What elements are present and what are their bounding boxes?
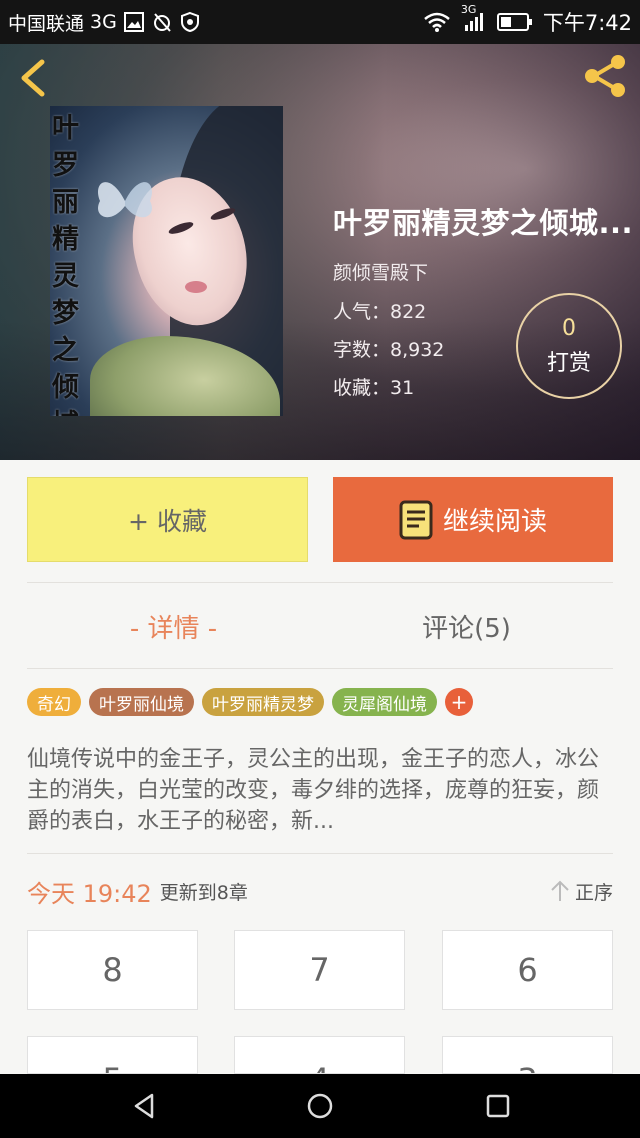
tab-details[interactable]: - 详情 - bbox=[27, 596, 320, 656]
update-text: 更新到8章 bbox=[159, 881, 248, 904]
chapter-item[interactable]: 5 bbox=[27, 1036, 198, 1074]
sort-label: 正序 bbox=[574, 881, 613, 904]
circle-home-icon bbox=[307, 1093, 333, 1119]
arrow-up-icon bbox=[551, 880, 569, 901]
back-nav-button[interactable] bbox=[130, 1092, 158, 1120]
synopsis[interactable]: 仙境传说中的金王子，灵公主的出现，金王子的恋人，冰公主的消失，白光莹的改变，毒夕… bbox=[27, 744, 613, 837]
alarm-off-icon bbox=[151, 11, 173, 33]
add-tag-button[interactable]: + bbox=[445, 688, 473, 716]
update-time: 今天 19:42 bbox=[27, 879, 152, 908]
navigation-bar bbox=[0, 1074, 640, 1138]
share-button[interactable] bbox=[580, 52, 630, 100]
tip-label: 打赏 bbox=[546, 350, 591, 376]
carrier-label: 中国联通 bbox=[8, 12, 85, 35]
butterfly-icon bbox=[98, 182, 152, 218]
tag-chip[interactable]: 叶罗丽仙境 bbox=[89, 688, 194, 716]
recents-nav-button[interactable] bbox=[484, 1092, 512, 1120]
tip-count: 0 bbox=[562, 315, 576, 341]
chapter-item[interactable]: 8 bbox=[27, 930, 198, 1010]
tag-chip[interactable]: 灵犀阁仙境 bbox=[332, 688, 437, 716]
update-row: 今天 19:42 更新到8章 正序 bbox=[27, 872, 613, 910]
tab-comments[interactable]: 评论(5) bbox=[320, 596, 613, 656]
book-title: 叶罗丽精灵梦之倾城... bbox=[333, 206, 634, 240]
wifi-icon bbox=[423, 11, 451, 33]
book-cover[interactable]: 叶罗丽精灵梦之倾城 bbox=[50, 106, 283, 416]
clock: 下午7:42 bbox=[542, 11, 632, 35]
divider bbox=[27, 853, 613, 854]
image-icon bbox=[123, 11, 145, 33]
cover-title: 叶罗丽精灵梦之倾城 bbox=[52, 113, 79, 416]
back-button[interactable] bbox=[14, 56, 54, 100]
signal-label: 3G bbox=[460, 3, 477, 16]
chapter-item[interactable]: 3 bbox=[442, 1036, 613, 1074]
divider bbox=[27, 582, 613, 583]
sort-button[interactable]: 正序 bbox=[549, 878, 613, 905]
book-icon bbox=[399, 500, 433, 539]
tag-chip[interactable]: 奇幻 bbox=[27, 688, 81, 716]
continue-reading-label: 继续阅读 bbox=[442, 507, 547, 537]
chevron-left-icon bbox=[21, 59, 45, 97]
book-author[interactable]: 颜倾雪殿下 bbox=[333, 258, 640, 285]
tag-list: 奇幻 叶罗丽仙境 叶罗丽精灵梦 灵犀阁仙境 + bbox=[27, 688, 473, 716]
divider bbox=[27, 668, 613, 669]
continue-reading-button[interactable]: 继续阅读 bbox=[333, 477, 613, 562]
share-icon bbox=[585, 55, 625, 97]
chapter-item[interactable]: 7 bbox=[234, 930, 405, 1010]
status-bar: 中国联通 3G 3G 下午7:42 bbox=[0, 0, 640, 44]
home-nav-button[interactable] bbox=[306, 1092, 334, 1120]
tag-chip[interactable]: 叶罗丽精灵梦 bbox=[202, 688, 324, 716]
collect-button[interactable]: + 收藏 bbox=[27, 477, 308, 562]
cell-signal-icon: 3G bbox=[461, 3, 487, 33]
tip-button[interactable]: 0 打赏 bbox=[516, 293, 622, 399]
network-type: 3G bbox=[90, 11, 117, 33]
shield-icon bbox=[179, 11, 201, 33]
chapter-item[interactable]: 4 bbox=[234, 1036, 405, 1074]
square-recents-icon bbox=[486, 1094, 510, 1118]
triangle-back-icon bbox=[134, 1093, 154, 1119]
battery-icon bbox=[496, 12, 533, 32]
chapter-item[interactable]: 6 bbox=[442, 930, 613, 1010]
